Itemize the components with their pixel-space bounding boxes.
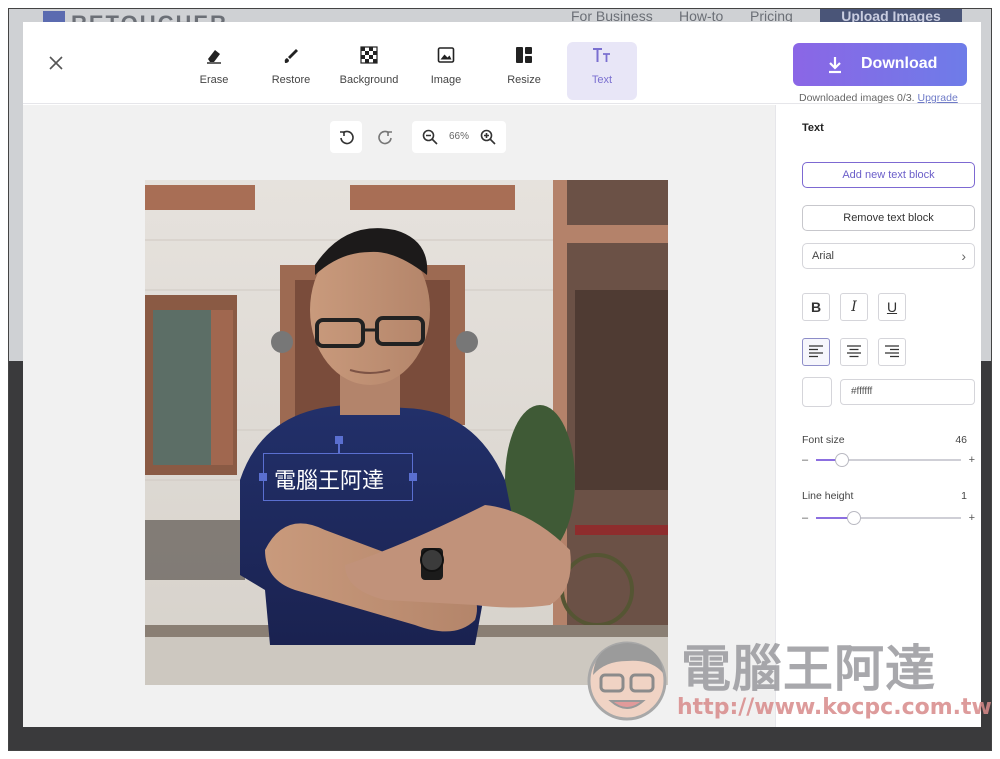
close-button[interactable]	[43, 50, 69, 76]
line-height-label: Line height	[802, 490, 854, 502]
chevron-right-icon: ›	[961, 248, 966, 264]
upgrade-link[interactable]: Upgrade	[918, 92, 958, 104]
tool-text-label: Text	[591, 74, 613, 86]
add-text-block-button[interactable]: Add new text block	[802, 162, 975, 188]
zoom-controls: 66%	[412, 121, 506, 153]
close-icon	[49, 56, 63, 70]
upload-images-button[interactable]: Upload Images	[820, 9, 962, 23]
font-size-knob[interactable]	[835, 453, 850, 467]
eraser-icon	[179, 46, 249, 70]
resize-handle-right[interactable]	[409, 473, 417, 481]
undo-icon	[340, 130, 354, 145]
watermark: 電腦王阿達 http://www.kocpc.com.tw	[581, 617, 991, 727]
screenshot-frame: RETOUCHER For Business How-to Pricing Up…	[8, 8, 992, 751]
tool-restore[interactable]: Restore	[256, 42, 326, 100]
font-family-value: Arial	[812, 250, 835, 262]
tool-background-label: Background	[339, 74, 399, 86]
tool-erase-label: Erase	[199, 74, 229, 86]
tool-resize-label: Resize	[507, 74, 541, 86]
rotate-stem	[338, 444, 340, 454]
tool-erase[interactable]: Erase	[179, 42, 249, 100]
font-size-track	[816, 453, 961, 467]
tool-restore-label: Restore	[271, 74, 311, 86]
italic-button[interactable]: I	[840, 293, 868, 321]
resize-handle-left[interactable]	[259, 473, 267, 481]
checkerboard-icon	[334, 46, 404, 70]
font-size-value: 46	[955, 434, 967, 446]
align-left-button[interactable]	[802, 338, 830, 366]
brush-icon	[256, 46, 326, 70]
panel-title: Text	[802, 122, 824, 134]
zoom-in-icon	[480, 129, 496, 145]
text-block[interactable]: 電腦王阿達	[259, 436, 417, 501]
download-label: Download	[861, 55, 938, 72]
rotate-handle[interactable]	[335, 436, 343, 444]
bold-button[interactable]: B	[802, 293, 830, 321]
align-right-button[interactable]	[878, 338, 906, 366]
tool-image[interactable]: Image	[411, 42, 481, 100]
line-height-decrease[interactable]: –	[802, 510, 808, 526]
underline-button[interactable]: U	[878, 293, 906, 321]
text-color-hex-input[interactable]: #ffffff	[840, 379, 975, 405]
font-family-select[interactable]: Arial ›	[802, 243, 975, 269]
layout-icon	[489, 46, 559, 70]
watermark-mascot-icon	[587, 641, 667, 721]
zoom-out-button[interactable]	[414, 121, 446, 153]
align-center-button[interactable]	[840, 338, 868, 366]
line-height-slider[interactable]: – +	[802, 510, 975, 526]
download-count: Downloaded images 0/3. Upgrade	[799, 92, 958, 104]
font-size-increase[interactable]: +	[969, 452, 975, 468]
redo-button[interactable]	[370, 121, 402, 153]
download-count-text: Downloaded images 0/3.	[799, 92, 915, 104]
download-icon	[827, 56, 843, 79]
line-height-knob[interactable]	[846, 511, 861, 525]
align-left-icon	[809, 345, 823, 358]
remove-text-block-button[interactable]: Remove text block	[802, 205, 975, 231]
zoom-in-button[interactable]	[472, 121, 504, 153]
nav-pricing[interactable]: Pricing	[750, 9, 793, 23]
text-block-content: 電腦王阿達	[274, 469, 385, 494]
image-icon	[411, 46, 481, 70]
redo-control	[370, 121, 402, 153]
redo-icon	[378, 130, 392, 145]
font-size-label: Font size	[802, 434, 845, 446]
nav-how-to[interactable]: How-to	[679, 9, 723, 23]
editor-toolbar: Erase Restore Background Image Resize Te…	[23, 22, 981, 104]
tool-image-label: Image	[430, 74, 462, 86]
align-center-icon	[847, 345, 861, 358]
zoom-out-icon	[422, 129, 438, 145]
font-size-slider[interactable]: – +	[802, 452, 975, 468]
tool-resize[interactable]: Resize	[489, 42, 559, 100]
watermark-url: http://www.kocpc.com.tw	[677, 695, 992, 720]
download-button[interactable]: Download	[793, 43, 967, 86]
history-controls	[330, 121, 362, 153]
tool-text[interactable]: Text	[567, 42, 637, 100]
undo-button[interactable]	[330, 121, 362, 153]
watermark-title: 電腦王阿達	[681, 640, 936, 698]
zoom-level: 66%	[448, 131, 469, 142]
line-height-value: 1	[961, 490, 967, 502]
line-height-track	[816, 511, 961, 525]
nav-for-business[interactable]: For Business	[571, 9, 653, 23]
text-color-swatch[interactable]	[802, 377, 832, 407]
line-height-increase[interactable]: +	[969, 510, 975, 526]
text-icon	[567, 46, 637, 70]
font-size-decrease[interactable]: –	[802, 452, 808, 468]
tool-background[interactable]: Background	[334, 42, 404, 100]
align-right-icon	[885, 345, 899, 358]
